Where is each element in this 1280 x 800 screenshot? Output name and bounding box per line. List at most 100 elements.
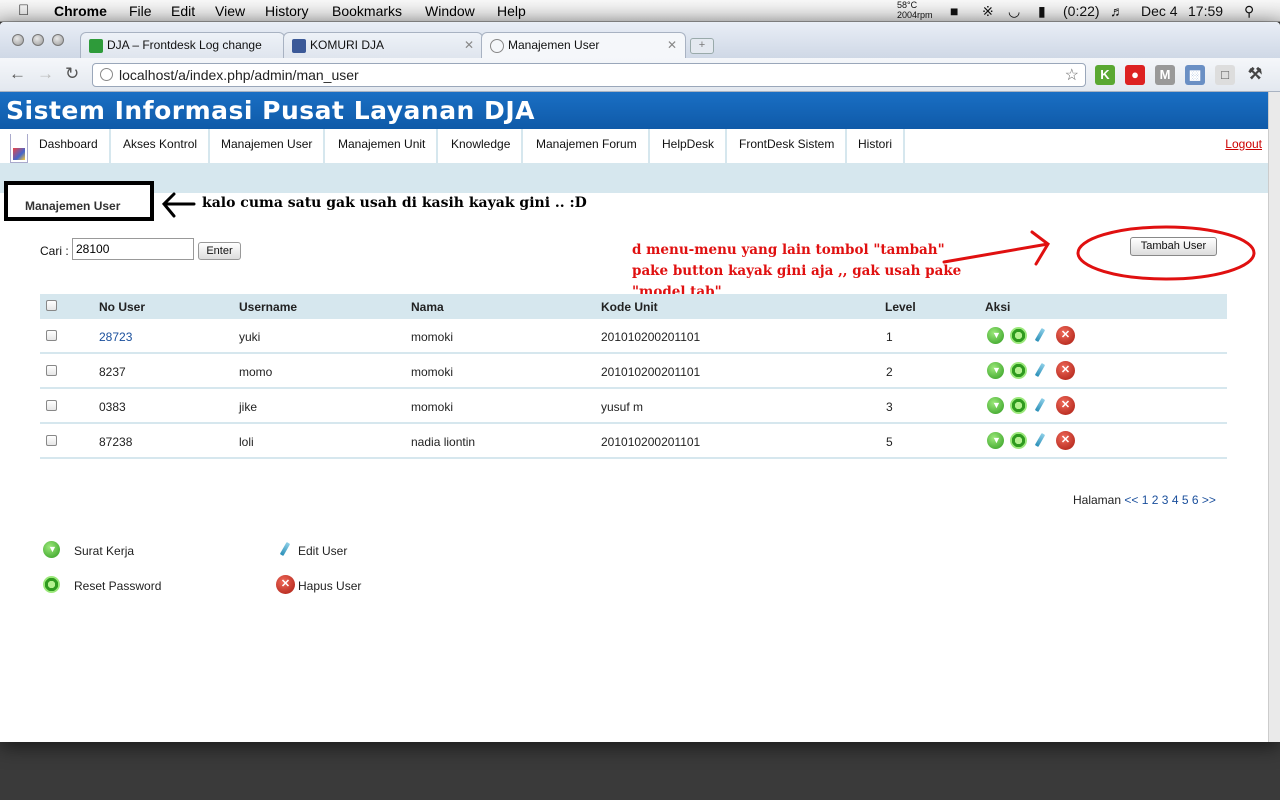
facebook-icon bbox=[292, 39, 306, 53]
logout-link[interactable]: Logout bbox=[1225, 137, 1262, 151]
bluetooth-icon[interactable]: ※ bbox=[982, 3, 994, 20]
clock-time[interactable]: 17:59 bbox=[1188, 3, 1223, 19]
nav-manajemen-unit[interactable]: Manajemen Unit bbox=[327, 129, 439, 163]
new-tab-button[interactable]: + bbox=[690, 38, 714, 54]
url-text[interactable]: localhost/a/index.php/admin/man_user bbox=[119, 67, 359, 83]
zoom-window-button[interactable] bbox=[52, 34, 64, 46]
user-no-link[interactable]: 28723 bbox=[99, 330, 132, 344]
nav-home[interactable] bbox=[10, 134, 28, 163]
add-user-button[interactable]: Tambah User bbox=[1130, 237, 1217, 256]
username-cell: jike bbox=[239, 400, 258, 414]
nav-akses-kontrol[interactable]: Akses Kontrol bbox=[112, 129, 211, 163]
delete-user-icon[interactable]: ✕ bbox=[1056, 361, 1075, 380]
menu-edit[interactable]: Edit bbox=[171, 3, 195, 19]
reset-password-icon[interactable] bbox=[1010, 327, 1027, 344]
username-cell: momo bbox=[239, 365, 273, 379]
tab-manajemen-user[interactable]: Manajemen User ✕ bbox=[481, 32, 686, 58]
pagination-page[interactable]: 4 bbox=[1172, 493, 1179, 507]
username-cell: yuki bbox=[239, 330, 261, 344]
menu-history[interactable]: History bbox=[265, 3, 309, 19]
kode-unit-cell: 201010200201101 bbox=[601, 435, 701, 449]
volume-icon[interactable]: ♬ bbox=[1110, 3, 1124, 19]
nav-frontdesk-sistem[interactable]: FrontDesk Sistem bbox=[728, 129, 848, 163]
extension-k-icon[interactable]: K bbox=[1095, 65, 1115, 85]
reset-password-icon[interactable] bbox=[1010, 432, 1027, 449]
edit-user-icon[interactable] bbox=[1034, 362, 1046, 378]
wifi-icon[interactable]: ◡ bbox=[1008, 3, 1020, 20]
pagination-next[interactable]: >> bbox=[1202, 493, 1216, 507]
tab-frontdesk-log[interactable]: DJA – Frontdesk Log change bbox=[80, 32, 285, 58]
rpm-value: 2004rpm bbox=[897, 10, 933, 20]
pagination-prev[interactable]: << bbox=[1124, 493, 1138, 507]
pagination-page[interactable]: 6 bbox=[1192, 493, 1199, 507]
apple-icon[interactable]:  bbox=[18, 2, 29, 19]
enter-button[interactable]: Enter bbox=[198, 242, 241, 260]
globe-icon bbox=[490, 39, 504, 53]
wrench-icon[interactable]: ⚒ bbox=[1245, 65, 1265, 85]
minimize-window-button[interactable] bbox=[32, 34, 44, 46]
legend-reset-password: Reset Password bbox=[74, 579, 162, 593]
delete-user-icon[interactable]: ✕ bbox=[1056, 326, 1075, 345]
level-cell: 3 bbox=[886, 400, 893, 414]
forward-icon[interactable]: → bbox=[37, 64, 54, 84]
reset-password-icon[interactable] bbox=[1010, 362, 1027, 379]
select-all-checkbox[interactable] bbox=[46, 300, 57, 311]
row-checkbox[interactable] bbox=[46, 435, 57, 446]
nav-knowledge[interactable]: Knowledge bbox=[440, 129, 524, 163]
battery-time[interactable]: (0:22) bbox=[1063, 3, 1100, 19]
nav-helpdesk[interactable]: HelpDesk bbox=[651, 129, 728, 163]
row-checkbox[interactable] bbox=[46, 365, 57, 376]
nav-manajemen-forum[interactable]: Manajemen Forum bbox=[525, 129, 650, 163]
delete-user-icon[interactable]: ✕ bbox=[1056, 396, 1075, 415]
pagination-page[interactable]: 2 bbox=[1152, 493, 1159, 507]
address-bar[interactable]: localhost/a/index.php/admin/man_user ☆ bbox=[92, 63, 1086, 87]
menu-file[interactable]: File bbox=[129, 3, 152, 19]
nav-area: Dashboard Akses Kontrol Manajemen User M… bbox=[0, 129, 1268, 193]
surat-kerja-icon[interactable]: ▼ bbox=[987, 327, 1004, 344]
reload-icon[interactable]: ↻ bbox=[65, 64, 79, 84]
pagination-page[interactable]: 3 bbox=[1162, 493, 1169, 507]
extension-stop-icon[interactable]: ● bbox=[1125, 65, 1145, 85]
extension-screen-icon[interactable]: ▩ bbox=[1185, 65, 1205, 85]
row-checkbox[interactable] bbox=[46, 400, 57, 411]
pagination-page[interactable]: 1 bbox=[1142, 493, 1149, 507]
pagination-page[interactable]: 5 bbox=[1182, 493, 1189, 507]
extension-doc-icon[interactable]: □ bbox=[1215, 65, 1235, 85]
close-tab-icon[interactable]: ✕ bbox=[464, 38, 474, 52]
surat-kerja-icon[interactable]: ▼ bbox=[987, 432, 1004, 449]
spotlight-icon[interactable]: ⚲ bbox=[1244, 3, 1254, 20]
nav-histori[interactable]: Histori bbox=[847, 129, 906, 163]
bookmark-star-icon[interactable]: ☆ bbox=[1065, 65, 1079, 85]
nama-cell: momoki bbox=[411, 365, 454, 379]
header-no-user: No User bbox=[99, 300, 146, 314]
row-checkbox[interactable] bbox=[46, 330, 57, 341]
back-icon[interactable]: ← bbox=[9, 64, 26, 84]
subtab-manajemen-user[interactable]: Manajemen User bbox=[25, 199, 120, 213]
reset-password-icon[interactable] bbox=[1010, 397, 1027, 414]
edit-user-icon[interactable] bbox=[1034, 327, 1046, 343]
menu-window[interactable]: Window bbox=[425, 3, 475, 19]
battery-icon[interactable]: ▮ bbox=[1038, 3, 1046, 20]
nav-dashboard[interactable]: Dashboard bbox=[28, 129, 111, 163]
surat-kerja-icon[interactable]: ▼ bbox=[987, 397, 1004, 414]
nav-manajemen-user[interactable]: Manajemen User bbox=[210, 129, 326, 163]
edit-user-icon[interactable] bbox=[1034, 397, 1046, 413]
page-scrollbar[interactable] bbox=[1268, 92, 1280, 742]
menu-view[interactable]: View bbox=[215, 3, 245, 19]
table-row: 87238 loli nadia liontin 201010200201101… bbox=[40, 424, 1227, 459]
extension-mail-icon[interactable]: M bbox=[1155, 65, 1175, 85]
menu-bookmarks[interactable]: Bookmarks bbox=[332, 3, 402, 19]
search-input[interactable] bbox=[72, 238, 194, 260]
spreadsheet-icon bbox=[89, 39, 103, 53]
tab-komuri[interactable]: KOMURI DJA ✕ bbox=[283, 32, 483, 58]
close-tab-icon[interactable]: ✕ bbox=[667, 38, 677, 52]
delete-user-icon[interactable]: ✕ bbox=[1056, 431, 1075, 450]
edit-user-icon[interactable] bbox=[1034, 432, 1046, 448]
close-window-button[interactable] bbox=[12, 34, 24, 46]
menu-help[interactable]: Help bbox=[497, 3, 526, 19]
menu-app-name[interactable]: Chrome bbox=[54, 3, 107, 19]
surat-kerja-icon[interactable]: ▼ bbox=[987, 362, 1004, 379]
clock-date[interactable]: Dec 4 bbox=[1141, 3, 1178, 19]
legend-edit-user: Edit User bbox=[298, 544, 348, 558]
folder-icon[interactable]: ■ bbox=[950, 3, 958, 19]
